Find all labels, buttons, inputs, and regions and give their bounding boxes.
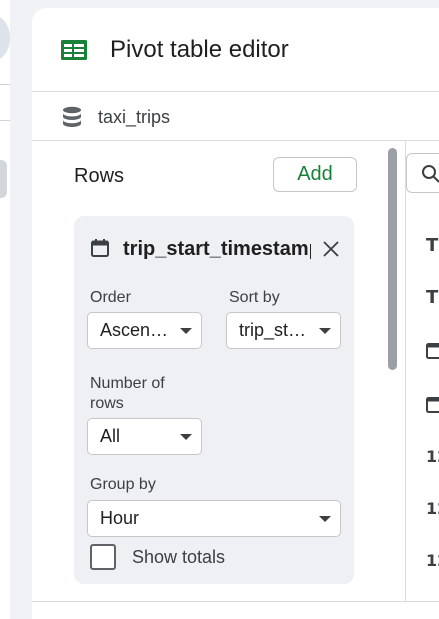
number-of-rows-label: Number of rows: [90, 375, 165, 412]
sort-by-select[interactable]: trip_start_timestamp: [226, 312, 341, 349]
sort-by-select-value: trip_start_timestamp: [239, 320, 319, 340]
add-row-button[interactable]: Add: [273, 157, 357, 192]
show-totals-label: Show totals: [132, 547, 226, 567]
number-type-icon[interactable]: 12: [426, 447, 439, 466]
database-icon: [63, 106, 81, 127]
data-source: taxi_trips: [32, 93, 439, 141]
pivot-editor-panel: Pivot table editor taxi_trips Rows Add t…: [32, 8, 439, 619]
scrollbar-thumb[interactable]: [388, 148, 397, 370]
show-totals-checkbox[interactable]: [90, 544, 116, 570]
sheet-divider: [0, 84, 10, 85]
row-field-name: trip_start_timestamp: [123, 238, 311, 260]
rows-section-label: Rows: [74, 165, 125, 187]
close-icon[interactable]: [320, 238, 342, 260]
sheet-edge: [0, 0, 10, 619]
field-search-input[interactable]: [406, 153, 439, 193]
chevron-down-icon: [319, 327, 331, 334]
chevron-down-icon: [319, 515, 331, 522]
sheet-chip-edge: [0, 160, 7, 198]
sheet-divider: [0, 120, 10, 121]
source-name: taxi_trips: [98, 107, 171, 127]
editor-title: Pivot table editor: [110, 36, 289, 63]
text-type-icon[interactable]: T: [426, 235, 438, 256]
field-list: T T 12 12 12: [406, 141, 439, 601]
calendar-icon: [91, 239, 109, 257]
search-icon: [422, 165, 439, 183]
calendar-type-icon[interactable]: [426, 341, 439, 359]
chevron-down-icon: [180, 433, 192, 440]
number-type-icon[interactable]: 12: [426, 499, 439, 518]
editor-header: Pivot table editor: [32, 8, 439, 92]
chevron-down-icon: [180, 327, 192, 334]
group-by-label: Group by: [90, 476, 156, 493]
panel-footer-divider: [32, 601, 439, 602]
row-field-card: trip_start_timestamp Order Ascending Sor…: [74, 216, 354, 584]
group-by-select[interactable]: Hour: [87, 500, 341, 537]
calendar-type-icon[interactable]: [426, 395, 439, 413]
sort-by-label: Sort by: [229, 289, 280, 306]
number-type-icon[interactable]: 12: [426, 551, 439, 570]
order-select-value: Ascending: [100, 320, 180, 340]
text-type-icon[interactable]: T: [426, 287, 438, 308]
group-by-select-value: Hour: [100, 508, 140, 528]
sheets-icon: [61, 40, 87, 60]
number-of-rows-select[interactable]: All: [87, 418, 202, 455]
order-label: Order: [90, 289, 131, 306]
order-select[interactable]: Ascending: [87, 312, 202, 349]
number-of-rows-value: All: [100, 426, 121, 446]
